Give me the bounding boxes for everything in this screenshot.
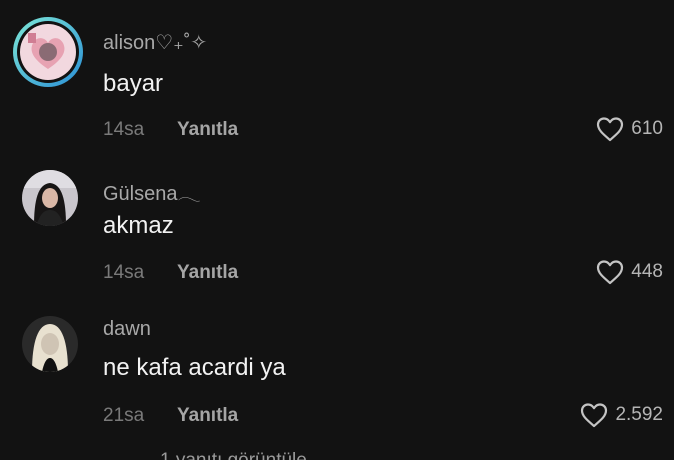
comment-meta: 14sa Yanıtla 610 xyxy=(103,117,663,143)
chevron-down-icon: ⌄ xyxy=(312,450,328,460)
view-replies-label: 1 yanıtı görüntüle xyxy=(160,450,307,460)
like-count: 448 xyxy=(631,261,663,282)
timestamp: 21sa xyxy=(103,405,145,426)
comments-list: alison♡₊˚✧ bayar 14sa Yanıtla 610 Gülsen… xyxy=(0,0,674,460)
reply-button[interactable]: Yanıtla xyxy=(177,262,238,284)
comment-meta: 21sa Yanıtla 2.592 xyxy=(103,403,663,429)
comment-text: akmaz xyxy=(103,212,174,239)
comment-text: bayar xyxy=(103,70,164,97)
like-button[interactable]: 610 xyxy=(595,113,663,145)
comment-text: ne kafa acardi ya xyxy=(103,354,286,381)
heart-outline-icon xyxy=(595,115,625,143)
view-replies-link[interactable]: 1 yanıtı görüntüle ⌄ xyxy=(160,449,328,460)
like-count: 2.592 xyxy=(615,404,663,425)
username[interactable]: dawn xyxy=(103,318,151,341)
avatar[interactable] xyxy=(11,15,85,89)
avatar[interactable] xyxy=(22,316,78,372)
timestamp: 14sa xyxy=(103,119,145,140)
avatar[interactable] xyxy=(22,170,78,226)
like-button[interactable]: 2.592 xyxy=(579,399,663,431)
reply-button[interactable]: Yanıtla xyxy=(177,119,238,141)
username[interactable]: alison♡₊˚✧ xyxy=(103,30,207,55)
reply-button[interactable]: Yanıtla xyxy=(177,405,238,427)
like-button[interactable]: 448 xyxy=(595,256,663,288)
timestamp: 14sa xyxy=(103,262,145,283)
heart-outline-icon xyxy=(579,401,609,429)
heart-outline-icon xyxy=(595,258,625,286)
like-count: 610 xyxy=(631,118,663,139)
username[interactable]: Gülsena𓂃 xyxy=(103,174,201,207)
comment-meta: 14sa Yanıtla 448 xyxy=(103,260,663,286)
